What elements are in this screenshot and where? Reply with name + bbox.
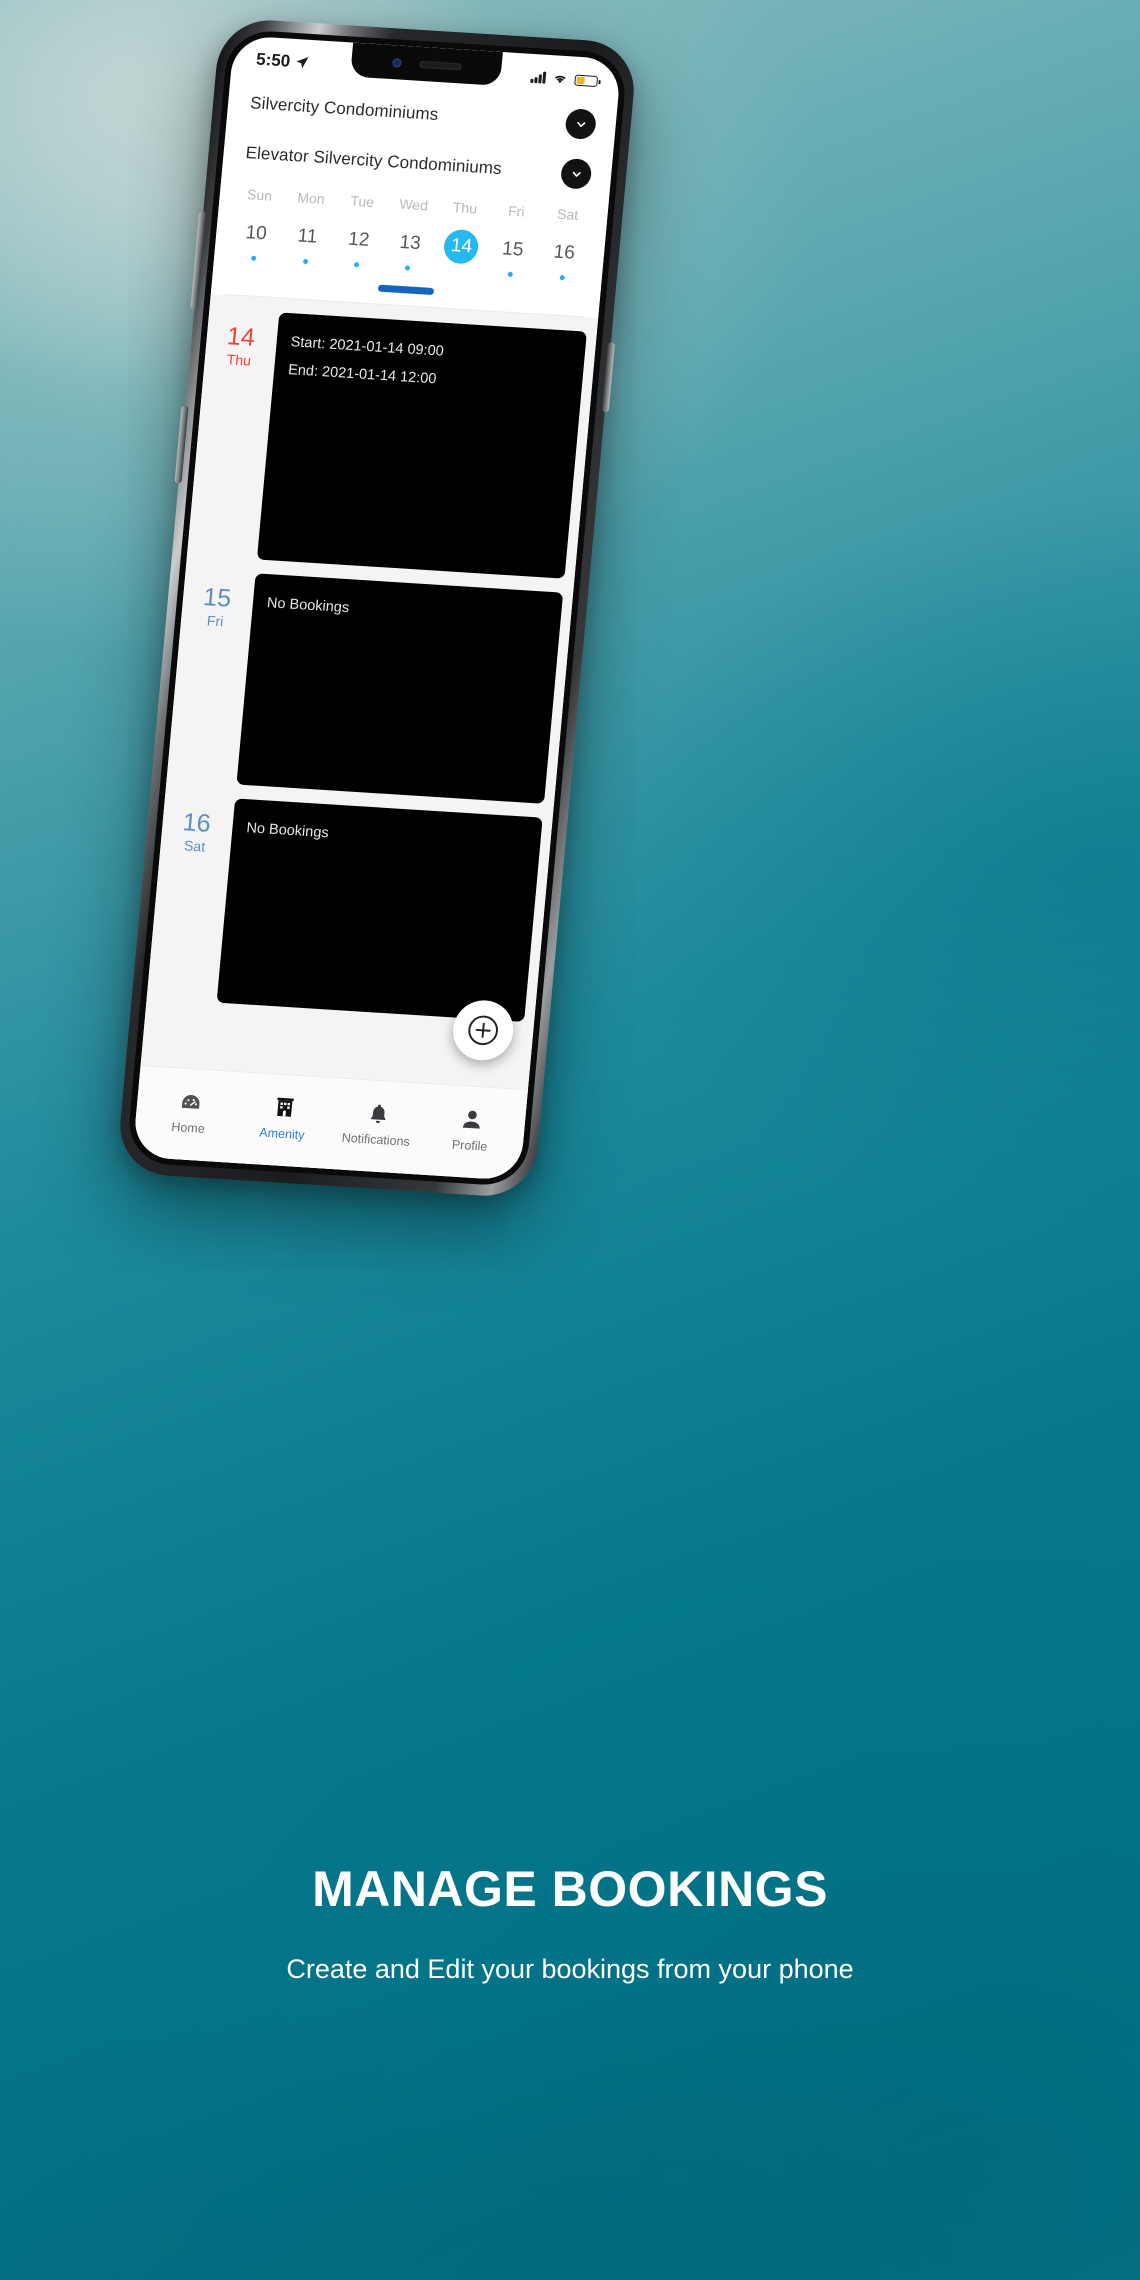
booking-row[interactable]: 15 Fri No Bookings <box>165 569 573 818</box>
status-bar-right <box>530 71 599 87</box>
phone-screen: 5:50 Silvercity Condominiums Elevator Si… <box>132 35 622 1181</box>
power-button[interactable] <box>601 342 616 413</box>
day-of-week-label: Fri <box>507 202 526 220</box>
day-number: 13 <box>398 231 422 255</box>
booking-empty-label: No Bookings <box>245 820 330 842</box>
bell-icon <box>367 1099 390 1126</box>
phone-bezel: 5:50 Silvercity Condominiums Elevator Si… <box>125 28 629 1188</box>
day-of-week-label: Sun <box>246 186 273 204</box>
booking-card[interactable]: Start: 2021-01-14 09:00 End: 2021-01-14 … <box>256 312 587 579</box>
nav-item-home[interactable]: Home <box>141 1085 239 1138</box>
status-bar-left: 5:50 <box>255 50 310 73</box>
earpiece-speaker-icon <box>418 60 462 70</box>
nav-item-notifications[interactable]: Notifications <box>328 1097 426 1150</box>
phone-mockup-stage: 5:50 Silvercity Condominiums Elevator Si… <box>115 17 639 1228</box>
chevron-down-icon[interactable] <box>564 108 598 140</box>
booking-date-number: 16 <box>181 808 212 838</box>
day-number: 10 <box>244 222 268 245</box>
phone-device: 5:50 Silvercity Condominiums Elevator Si… <box>115 17 639 1199</box>
day-event-dot <box>507 271 514 278</box>
status-time: 5:50 <box>255 49 292 71</box>
booking-date-dow: Sat <box>183 837 206 855</box>
booking-row[interactable]: 16 Sat No Bookings <box>145 794 552 1036</box>
week-row: Sun 10 Mon 11 Tue 12 Wed 13 Thu 14 Fri 1… <box>228 185 594 281</box>
day-number: 14 <box>442 228 480 265</box>
day-of-week-label: Tue <box>349 192 375 211</box>
day-event-dot <box>405 265 411 271</box>
booking-row[interactable]: 14 Thu Start: 2021-01-14 09:00 End: 2021… <box>186 308 597 593</box>
amenity-title: Elevator Silvercity Condominiums <box>244 143 503 179</box>
chevron-down-icon[interactable] <box>559 157 593 190</box>
day-event-dot <box>559 274 565 281</box>
day-event-dot <box>251 255 257 261</box>
property-title: Silvercity Condominiums <box>249 93 440 125</box>
battery-icon <box>574 74 599 87</box>
front-camera-icon <box>391 57 402 68</box>
building-icon <box>272 1093 297 1120</box>
nav-label-notifications: Notifications <box>341 1130 411 1149</box>
booking-row-date: 16 Sat <box>155 794 225 1001</box>
booking-date-number: 14 <box>225 322 257 352</box>
day-event-dot <box>353 262 360 268</box>
booking-date-number: 15 <box>202 583 233 613</box>
headline: MANAGE BOOKINGS <box>312 1861 828 1917</box>
day-of-week-label: Thu <box>452 199 478 217</box>
nav-label-profile: Profile <box>451 1137 488 1154</box>
booking-empty-label: No Bookings <box>266 595 350 617</box>
day-column-3[interactable]: Wed 13 <box>382 195 440 272</box>
day-column-0[interactable]: Sun 10 <box>228 185 286 262</box>
day-number: 15 <box>501 238 525 261</box>
subheadline: Create and Edit your bookings from your … <box>286 1954 854 1984</box>
booking-card[interactable]: No Bookings <box>236 573 564 804</box>
nav-item-profile[interactable]: Profile <box>422 1103 520 1156</box>
location-arrow-icon <box>296 56 309 69</box>
dashboard-gauge-icon <box>178 1087 203 1114</box>
booking-row-date: 15 Fri <box>175 569 246 783</box>
booking-row-date: 14 Thu <box>195 309 269 559</box>
nav-label-home: Home <box>170 1119 206 1136</box>
week-pager-indicator[interactable] <box>377 284 435 296</box>
nav-item-amenity[interactable]: Amenity <box>234 1091 332 1144</box>
day-column-1[interactable]: Mon 11 <box>279 189 337 266</box>
booking-list[interactable]: 14 Thu Start: 2021-01-14 09:00 End: 2021… <box>132 294 599 1181</box>
nav-label-amenity: Amenity <box>258 1125 306 1143</box>
day-column-2[interactable]: Tue 12 <box>331 192 389 269</box>
caption-block: MANAGE BOOKINGS Create and Edit your boo… <box>0 1860 1140 1985</box>
day-of-week-label: Mon <box>296 189 326 208</box>
day-of-week-label: Sat <box>556 205 579 223</box>
day-event-dot <box>302 258 308 265</box>
booking-date-dow: Thu <box>226 351 252 369</box>
cellular-signal-icon <box>530 71 547 84</box>
wifi-icon <box>554 75 566 84</box>
day-number: 12 <box>347 228 371 251</box>
day-number: 16 <box>552 241 576 264</box>
person-icon <box>460 1105 484 1132</box>
booking-card[interactable]: No Bookings <box>216 798 543 1022</box>
volume-down-button[interactable] <box>174 405 189 484</box>
day-of-week-label: Wed <box>398 195 429 214</box>
day-column-6[interactable]: Sat 16 <box>536 205 594 282</box>
plus-circle-icon <box>468 1015 498 1046</box>
booking-date-dow: Fri <box>206 612 225 630</box>
day-number: 11 <box>296 225 319 248</box>
day-column-5[interactable]: Fri 15 <box>485 202 543 279</box>
day-column-4-selected[interactable]: Thu 14 <box>433 198 491 275</box>
